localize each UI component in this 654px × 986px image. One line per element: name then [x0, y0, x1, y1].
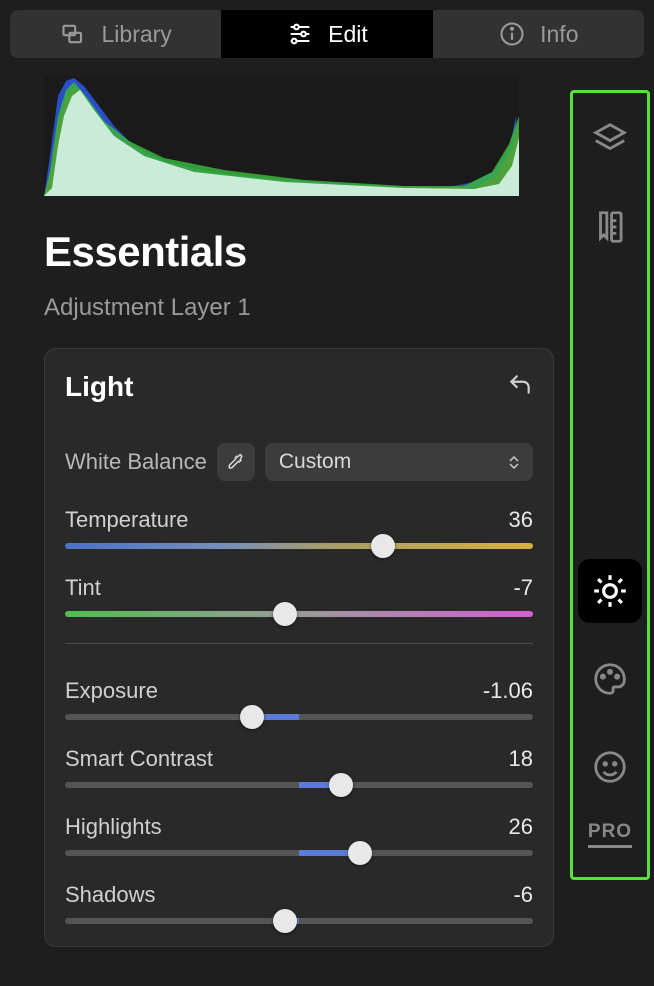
temperature-label: Temperature	[65, 507, 189, 533]
light-panel-title: Light	[65, 371, 133, 403]
temperature-value: 36	[509, 507, 533, 533]
exposure-label: Exposure	[65, 678, 158, 704]
tint-slider[interactable]	[65, 611, 533, 617]
exposure-thumb[interactable]	[240, 705, 264, 729]
contrast-value: 18	[509, 746, 533, 772]
pen-ruler-icon	[591, 208, 629, 246]
layer-name: Adjustment Layer 1	[44, 294, 542, 322]
rail-color[interactable]	[578, 647, 642, 711]
contrast-slider[interactable]	[65, 782, 533, 788]
tint-label: Tint	[65, 575, 101, 601]
temperature-thumb[interactable]	[371, 534, 395, 558]
contrast-label: Smart Contrast	[65, 746, 213, 772]
shadows-thumb[interactable]	[273, 909, 297, 933]
tab-edit[interactable]: Edit	[221, 10, 432, 58]
white-balance-label: White Balance	[65, 449, 207, 475]
rail-face[interactable]	[578, 735, 642, 799]
reset-light-button[interactable]	[507, 372, 533, 403]
white-balance-value: Custom	[279, 450, 351, 474]
undo-icon	[507, 372, 533, 398]
tab-info[interactable]: Info	[433, 10, 644, 58]
shadows-value: -6	[513, 882, 533, 908]
light-panel: Light White Balance Custom	[44, 348, 554, 947]
shadows-slider[interactable]	[65, 918, 533, 924]
tool-rail: PRO	[570, 90, 650, 880]
eyedropper-button[interactable]	[217, 443, 255, 481]
exposure-value: -1.06	[483, 678, 533, 704]
rail-crop[interactable]	[578, 195, 642, 259]
info-icon	[498, 20, 526, 48]
highlights-value: 26	[509, 814, 533, 840]
tint-thumb[interactable]	[273, 602, 297, 626]
edit-content: Essentials Adjustment Layer 1 Light Whit…	[0, 68, 566, 986]
shadows-row: Shadows -6	[65, 882, 533, 924]
tab-info-label: Info	[540, 21, 578, 48]
page-title: Essentials	[44, 228, 542, 276]
shadows-label: Shadows	[65, 882, 156, 908]
tab-library-label: Library	[102, 21, 172, 48]
layers-icon	[591, 120, 629, 158]
temperature-row: Temperature 36	[65, 507, 533, 549]
tab-library[interactable]: Library	[10, 10, 221, 58]
exposure-slider[interactable]	[65, 714, 533, 720]
histogram[interactable]	[44, 76, 519, 196]
rail-layers[interactable]	[578, 107, 642, 171]
highlights-row: Highlights 26	[65, 814, 533, 856]
contrast-row: Smart Contrast 18	[65, 746, 533, 788]
palette-icon	[591, 660, 629, 698]
sun-icon	[591, 572, 629, 610]
temperature-slider[interactable]	[65, 543, 533, 549]
divider	[65, 643, 533, 644]
rail-light[interactable]	[578, 559, 642, 623]
library-icon	[60, 20, 88, 48]
sliders-icon	[286, 20, 314, 48]
highlights-label: Highlights	[65, 814, 162, 840]
tab-edit-label: Edit	[328, 21, 368, 48]
tint-value: -7	[513, 575, 533, 601]
contrast-thumb[interactable]	[329, 773, 353, 797]
exposure-row: Exposure -1.06	[65, 678, 533, 720]
highlights-slider[interactable]	[65, 850, 533, 856]
smile-icon	[591, 748, 629, 786]
eyedropper-icon	[226, 452, 246, 472]
rail-pro[interactable]: PRO	[588, 821, 632, 848]
tint-row: Tint -7	[65, 575, 533, 617]
highlights-thumb[interactable]	[348, 841, 372, 865]
histogram-graphic	[44, 76, 519, 196]
chevron-updown-icon	[509, 456, 519, 469]
white-balance-dropdown[interactable]: Custom	[265, 443, 533, 481]
top-tabbar: Library Edit Info	[0, 0, 654, 58]
